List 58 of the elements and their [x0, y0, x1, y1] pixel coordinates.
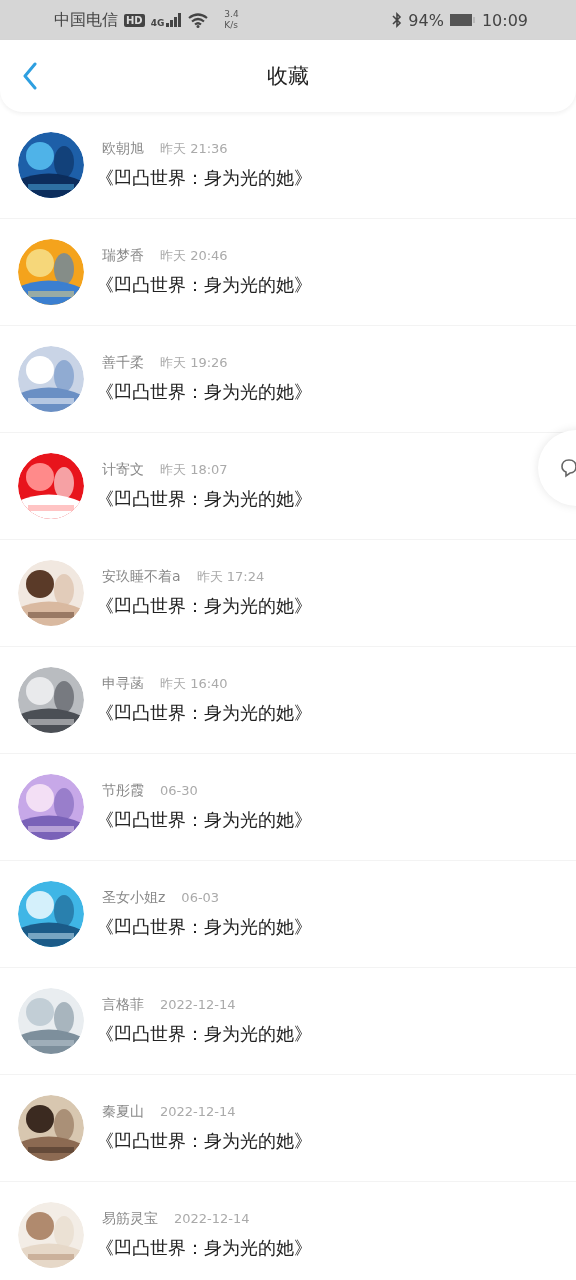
favorite-item[interactable]: 安玖睡不着a 昨天 17:24 《凹凸世界：身为光的她》 [0, 540, 324, 646]
favorite-item[interactable]: 秦夏山 2022-12-14 《凹凸世界：身为光的她》 [0, 1075, 324, 1181]
favorite-item[interactable]: 节彤霞 06-30 《凹凸世界：身为光的她》 [0, 754, 324, 860]
speed-value: 3.4 [224, 9, 239, 20]
book-title: 《凹凸世界：身为光的她》 [96, 487, 312, 511]
user-name: 秦夏山 [102, 1103, 144, 1121]
speed-unit: K/s [224, 20, 239, 31]
post-time: 昨天 20:46 [160, 247, 228, 265]
user-name: 善千柔 [102, 354, 144, 372]
book-title: 《凹凸世界：身为光的她》 [96, 1236, 312, 1260]
book-title: 《凹凸世界：身为光的她》 [96, 380, 312, 404]
favorite-item[interactable]: 善千柔 昨天 19:26 《凹凸世界：身为光的她》 [0, 326, 324, 432]
favorite-item[interactable]: 圣女小姐z 06-03 《凹凸世界：身为光的她》 [0, 861, 324, 967]
user-name: 申寻菡 [102, 675, 144, 693]
user-name: 欧朝旭 [102, 140, 144, 158]
book-title: 《凹凸世界：身为光的她》 [96, 1022, 312, 1046]
book-title: 《凹凸世界：身为光的她》 [96, 594, 312, 618]
user-name: 易筋灵宝 [102, 1210, 158, 1228]
favorite-item[interactable]: 欧朝旭 昨天 21:36 《凹凸世界：身为光的她》 [0, 112, 324, 218]
chat-icon [560, 458, 576, 478]
post-time: 06-30 [160, 783, 198, 798]
user-name: 圣女小姐z [102, 889, 166, 907]
user-name: 瑞梦香 [102, 247, 144, 265]
book-title: 《凹凸世界：身为光的她》 [96, 808, 312, 832]
post-time: 昨天 16:40 [160, 675, 228, 693]
battery-icon [449, 14, 476, 26]
user-name: 安玖睡不着a [102, 568, 181, 586]
bluetooth-icon [392, 12, 403, 28]
wifi-icon [188, 12, 209, 28]
page-title: 收藏 [267, 63, 309, 90]
favorite-item[interactable]: 易筋灵宝 2022-12-14 《凹凸世界：身为光的她》 [0, 1182, 324, 1280]
post-time: 昨天 19:26 [160, 354, 228, 372]
post-time: 昨天 21:36 [160, 140, 228, 158]
favorite-item[interactable]: 申寻菡 昨天 16:40 《凹凸世界：身为光的她》 [0, 647, 324, 753]
post-time: 昨天 17:24 [196, 568, 265, 586]
post-time: 06-03 [181, 890, 220, 905]
favorite-item[interactable]: 计寄文 昨天 18:07 《凹凸世界：身为光的她》 [0, 433, 324, 539]
user-name: 计寄文 [102, 461, 144, 479]
signal-icon [166, 13, 183, 27]
favorite-item[interactable]: 瑞梦香 昨天 20:46 《凹凸世界：身为光的她》 [0, 219, 324, 325]
user-name: 言格菲 [102, 996, 144, 1014]
favorite-item[interactable]: 言格菲 2022-12-14 《凹凸世界：身为光的她》 [0, 968, 324, 1074]
book-title: 《凹凸世界：身为光的她》 [96, 915, 312, 939]
carrier-name: 中国电信 [54, 9, 118, 31]
post-time: 2022-12-14 [174, 1211, 250, 1226]
post-time: 2022-12-14 [160, 1104, 236, 1119]
hd-badge: HD [124, 13, 145, 27]
post-time: 昨天 18:07 [160, 461, 228, 479]
back-icon[interactable] [22, 62, 38, 90]
clock-time: 10:09 [481, 10, 528, 30]
post-time: 2022-12-14 [160, 997, 236, 1012]
network-type: 4G [150, 18, 165, 28]
book-title: 《凹凸世界：身为光的她》 [96, 1129, 312, 1153]
user-name: 节彤霞 [102, 782, 144, 800]
book-title: 《凹凸世界：身为光的她》 [96, 166, 312, 190]
battery-percent: 94% [408, 10, 444, 30]
book-title: 《凹凸世界：身为光的她》 [96, 701, 312, 725]
book-title: 《凹凸世界：身为光的她》 [96, 273, 312, 297]
